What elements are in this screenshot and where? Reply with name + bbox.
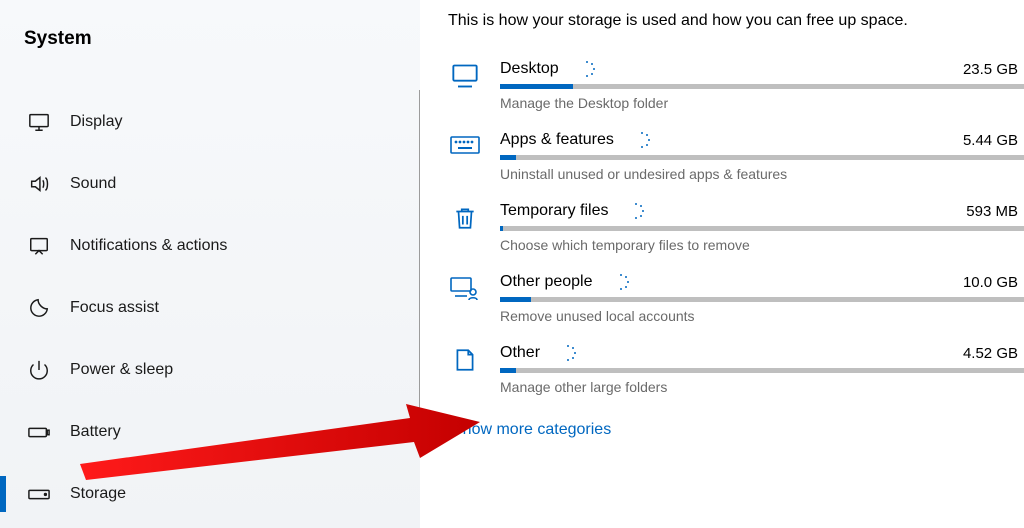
sidebar-item-storage[interactable]: Storage <box>24 470 420 518</box>
sidebar: System Display Sound Notifications & act… <box>0 0 420 528</box>
category-subtitle: Manage other large folders <box>500 379 1024 395</box>
category-title: Temporary files <box>500 202 608 220</box>
sidebar-item-battery[interactable]: Battery <box>24 408 420 456</box>
nav-list: Display Sound Notifications & actions Fo… <box>24 98 420 518</box>
usage-bar <box>500 226 1024 231</box>
sidebar-item-label: Battery <box>70 423 121 441</box>
category-temporary-files[interactable]: Temporary files 593 MB Choose which temp… <box>448 202 1024 253</box>
category-other[interactable]: Other 4.52 GB Manage other large folders <box>448 344 1024 395</box>
sidebar-title: System <box>24 28 420 50</box>
sidebar-item-label: Display <box>70 113 122 131</box>
people-icon <box>448 273 482 307</box>
category-subtitle: Remove unused local accounts <box>500 308 1024 324</box>
sound-icon <box>26 171 52 197</box>
show-more-categories-link[interactable]: Show more categories <box>452 421 611 439</box>
sidebar-item-label: Sound <box>70 175 116 193</box>
display-icon <box>26 109 52 135</box>
usage-bar <box>500 368 1024 373</box>
usage-bar <box>500 84 1024 89</box>
sidebar-item-notifications[interactable]: Notifications & actions <box>24 222 420 270</box>
sidebar-item-power-sleep[interactable]: Power & sleep <box>24 346 420 394</box>
category-subtitle: Uninstall unused or undesired apps & fea… <box>500 166 1024 182</box>
category-size: 593 MB <box>966 203 1024 220</box>
category-apps-features[interactable]: Apps & features 5.44 GB Uninstall unused… <box>448 131 1024 182</box>
focus-icon <box>26 295 52 321</box>
category-size: 4.52 GB <box>963 345 1024 362</box>
category-size: 23.5 GB <box>963 61 1024 78</box>
loading-spinner-icon <box>579 61 595 77</box>
category-size: 5.44 GB <box>963 132 1024 149</box>
category-desktop[interactable]: Desktop 23.5 GB Manage the Desktop folde… <box>448 60 1024 111</box>
sidebar-item-label: Notifications & actions <box>70 237 227 255</box>
sidebar-item-label: Power & sleep <box>70 361 173 379</box>
power-icon <box>26 357 52 383</box>
category-title: Other <box>500 344 540 362</box>
category-title: Desktop <box>500 60 559 78</box>
notifications-icon <box>26 233 52 259</box>
main-content: This is how your storage is used and how… <box>420 0 1024 528</box>
battery-icon <box>26 419 52 445</box>
sidebar-item-display[interactable]: Display <box>24 98 420 146</box>
category-title: Other people <box>500 273 593 291</box>
loading-spinner-icon <box>613 274 629 290</box>
sidebar-item-label: Storage <box>70 485 126 503</box>
keyboard-icon <box>448 131 482 165</box>
trash-icon <box>448 202 482 236</box>
storage-intro: This is how your storage is used and how… <box>448 12 1024 30</box>
sidebar-item-label: Focus assist <box>70 299 159 317</box>
usage-bar <box>500 155 1024 160</box>
loading-spinner-icon <box>628 203 644 219</box>
sidebar-item-focus-assist[interactable]: Focus assist <box>24 284 420 332</box>
category-size: 10.0 GB <box>963 274 1024 291</box>
category-subtitle: Manage the Desktop folder <box>500 95 1024 111</box>
category-other-people[interactable]: Other people 10.0 GB Remove unused local… <box>448 273 1024 324</box>
sidebar-item-sound[interactable]: Sound <box>24 160 420 208</box>
usage-bar <box>500 297 1024 302</box>
loading-spinner-icon <box>560 345 576 361</box>
storage-icon <box>26 481 52 507</box>
category-title: Apps & features <box>500 131 614 149</box>
loading-spinner-icon <box>634 132 650 148</box>
monitor-icon <box>448 60 482 94</box>
category-subtitle: Choose which temporary files to remove <box>500 237 1024 253</box>
folder-icon <box>448 344 482 378</box>
